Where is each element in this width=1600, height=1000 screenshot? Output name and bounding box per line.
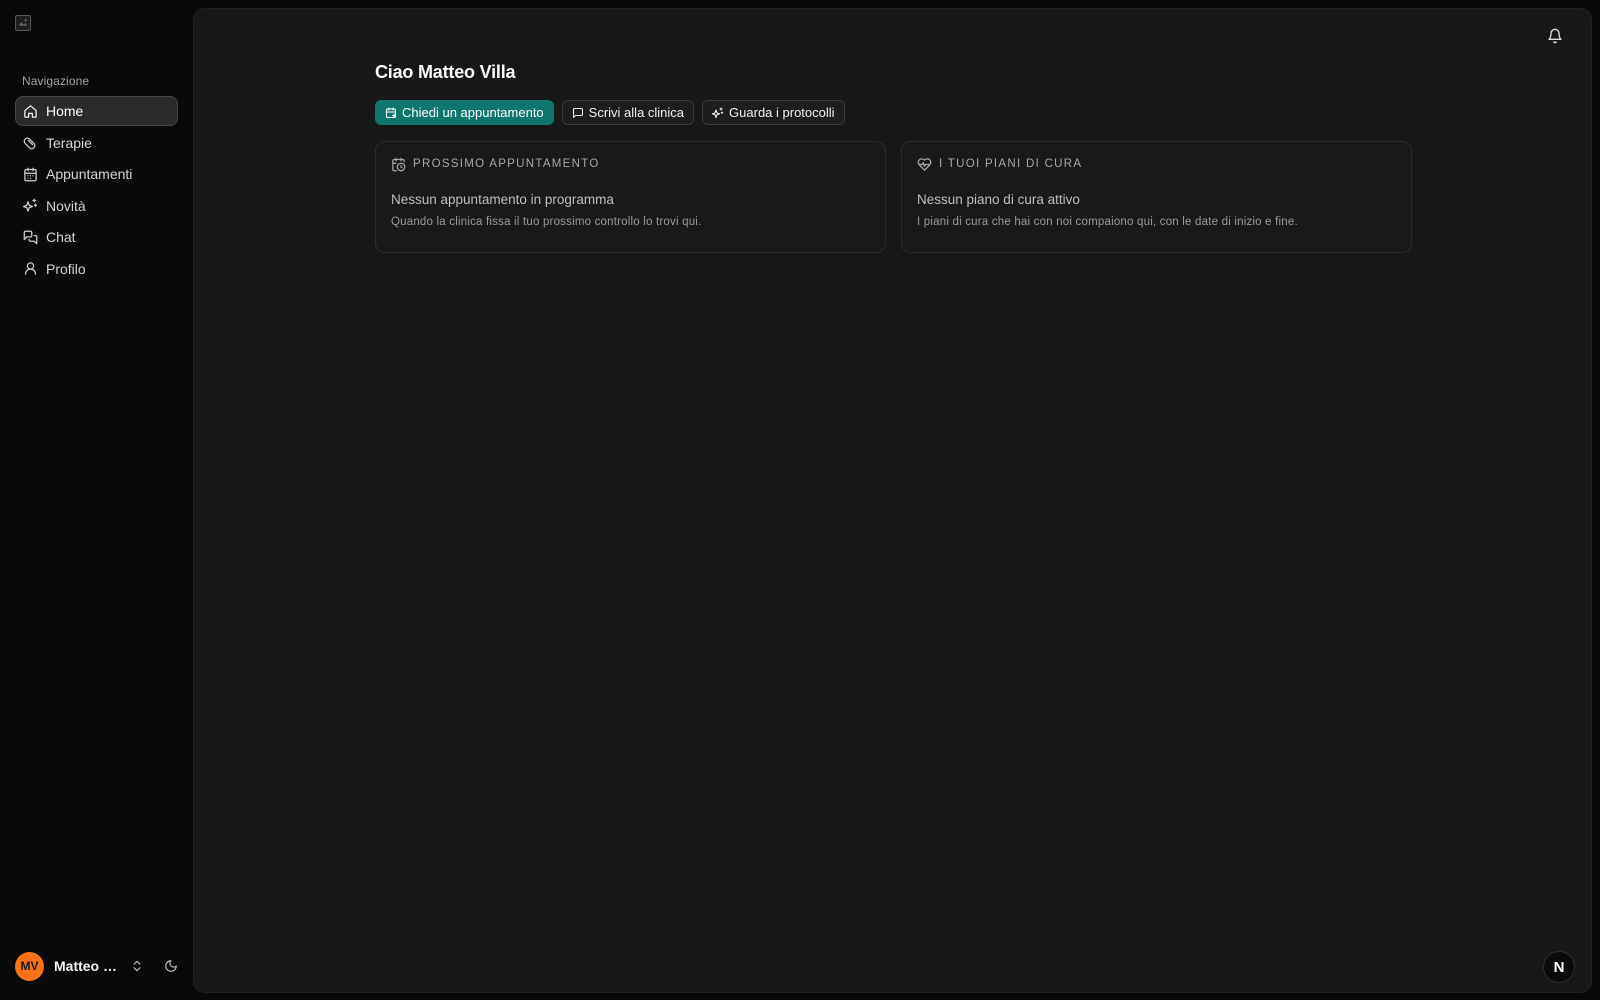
page-title: Ciao Matteo Villa	[375, 62, 516, 82]
sidebar-item-chat[interactable]: Chat	[15, 222, 178, 252]
calendar-icon	[23, 167, 38, 182]
sidebar-item-label: Appuntamenti	[46, 166, 133, 182]
home-icon	[23, 104, 38, 119]
card-label: I TUOI PIANI DI CURA	[939, 158, 1083, 170]
sidebar-nav: Home Terapie Appuntamenti Novità Chat Pr…	[15, 96, 178, 285]
moon-icon[interactable]	[164, 959, 178, 973]
card-subtitle: Quando la clinica fissa il tuo prossimo …	[391, 216, 702, 228]
pill-icon	[23, 135, 38, 150]
card-subtitle: I piani di cura che hai con noi compaion…	[917, 216, 1298, 228]
message-square-icon	[572, 107, 583, 118]
card-header: PROSSIMO APPUNTAMENTO	[391, 156, 870, 172]
card-title: Nessun appuntamento in programma	[391, 192, 614, 207]
chevrons-up-down-icon[interactable]	[130, 959, 144, 973]
next-dev-badge[interactable]: N	[1543, 951, 1575, 983]
logo-broken-image-icon	[15, 15, 31, 31]
quick-actions: Chiedi un appuntamento Scrivi alla clini…	[375, 100, 845, 125]
button-label: Chiedi un appuntamento	[402, 105, 544, 120]
user-name: Matteo V...	[54, 958, 122, 974]
button-label: Scrivi alla clinica	[588, 105, 685, 120]
dashboard-cards: PROSSIMO APPUNTAMENTO Nessun appuntament…	[375, 141, 1412, 253]
sidebar-item-appuntamenti[interactable]: Appuntamenti	[15, 159, 178, 189]
card-title: Nessun piano di cura attivo	[917, 192, 1080, 207]
sparkles-icon	[23, 198, 38, 213]
sidebar-item-profilo[interactable]: Profilo	[15, 254, 178, 284]
sidebar: Navigazione Home Terapie Appuntamenti No…	[0, 0, 193, 1000]
user-menu[interactable]: MV Matteo V...	[15, 951, 180, 981]
message-clinic-button[interactable]: Scrivi alla clinica	[561, 100, 695, 125]
view-protocols-button[interactable]: Guarda i protocolli	[702, 100, 845, 125]
sparkles-icon	[712, 106, 724, 118]
request-appointment-button[interactable]: Chiedi un appuntamento	[375, 100, 554, 125]
sidebar-item-label: Novità	[46, 197, 86, 214]
button-label: Guarda i protocolli	[729, 105, 835, 120]
sidebar-item-home[interactable]: Home	[15, 96, 178, 126]
heart-pulse-icon	[917, 157, 932, 171]
app-root: Navigazione Home Terapie Appuntamenti No…	[0, 0, 1600, 1000]
calendar-plus-icon	[385, 106, 397, 118]
next-appointment-card: PROSSIMO APPUNTAMENTO Nessun appuntament…	[375, 141, 886, 253]
user-icon	[23, 261, 38, 276]
care-plans-card: I TUOI PIANI DI CURA Nessun piano di cur…	[901, 141, 1412, 253]
main-panel: Ciao Matteo Villa Chiedi un appuntamento…	[193, 8, 1592, 993]
calendar-clock-icon	[392, 157, 406, 171]
chat-icon	[23, 230, 38, 245]
sidebar-item-terapie[interactable]: Terapie	[15, 128, 178, 158]
sidebar-item-label: Home	[46, 103, 84, 119]
card-header: I TUOI PIANI DI CURA	[917, 156, 1396, 172]
nav-heading: Navigazione	[22, 74, 90, 88]
bell-icon[interactable]	[1547, 28, 1563, 44]
sidebar-item-label: Profilo	[46, 260, 86, 277]
sidebar-item-novita[interactable]: Novità	[15, 191, 178, 221]
sidebar-item-label: Chat	[46, 229, 76, 245]
card-label: PROSSIMO APPUNTAMENTO	[413, 158, 600, 170]
avatar: MV	[15, 951, 44, 981]
sidebar-item-label: Terapie	[46, 134, 92, 151]
